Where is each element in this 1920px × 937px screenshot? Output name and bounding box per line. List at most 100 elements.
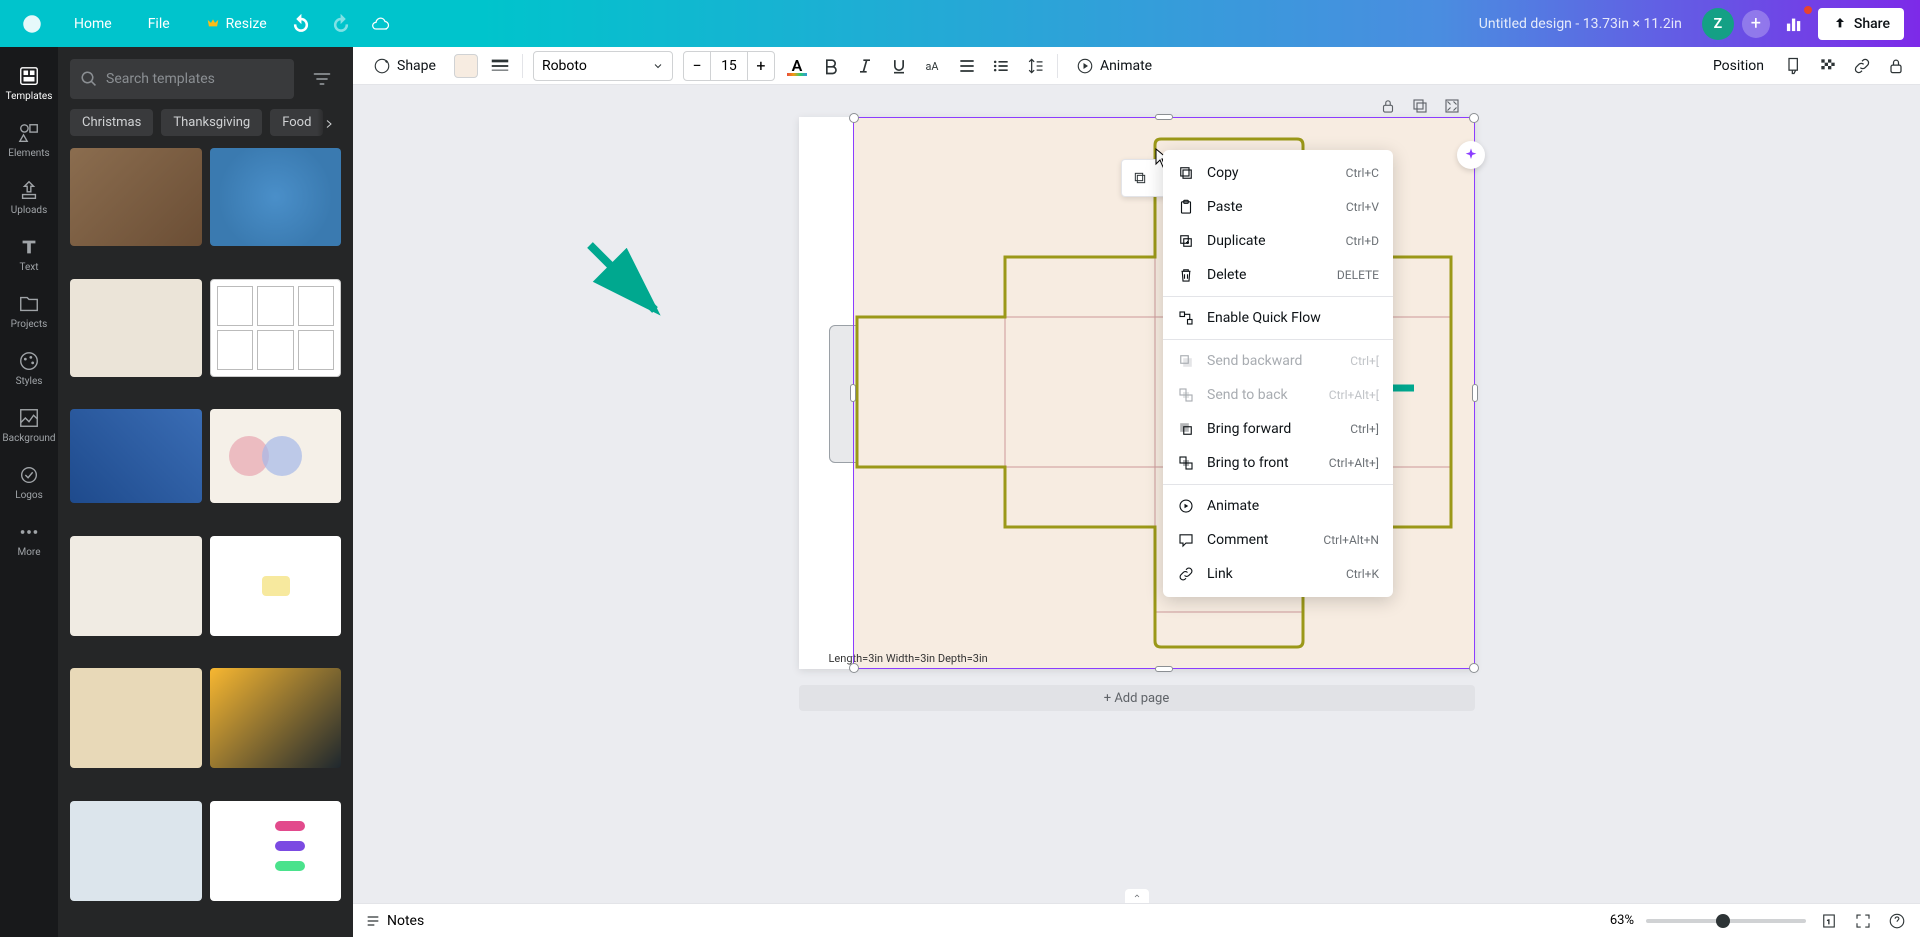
page-lock-icon[interactable] xyxy=(1379,97,1399,117)
redo-button[interactable] xyxy=(325,8,357,40)
spacing-button[interactable] xyxy=(1023,54,1047,78)
copy-icon xyxy=(1177,164,1195,182)
user-avatar[interactable]: Z xyxy=(1702,8,1734,40)
resize-menu[interactable]: Resize xyxy=(196,10,277,38)
cm-send-to-back-shortcut: Ctrl+Alt+[ xyxy=(1329,388,1379,402)
insights-button[interactable] xyxy=(1778,8,1810,40)
italic-button[interactable] xyxy=(853,54,877,78)
cm-bring-to-front[interactable]: Bring to front Ctrl+Alt+] xyxy=(1163,446,1393,480)
cm-bring-forward[interactable]: Bring forward Ctrl+] xyxy=(1163,412,1393,446)
template-thumb[interactable] xyxy=(210,536,342,636)
text-case-button[interactable]: aA xyxy=(921,54,945,78)
rail-styles[interactable]: Styles xyxy=(0,340,58,397)
animate-button[interactable]: Animate xyxy=(1068,51,1160,81)
template-thumb[interactable] xyxy=(70,279,202,377)
template-thumb[interactable] xyxy=(210,668,342,768)
document-title[interactable]: Untitled design - 13.73in × 11.2in xyxy=(1479,16,1682,32)
canvas-area[interactable]: Length=3in Width=3in Depth=3in + Add pag… xyxy=(353,85,1920,903)
font-size-value[interactable]: 15 xyxy=(710,52,748,80)
resize-handle[interactable] xyxy=(1469,663,1479,673)
lock-button[interactable] xyxy=(1884,54,1908,78)
home-menu[interactable]: Home xyxy=(64,10,122,38)
fill-color-swatch[interactable] xyxy=(454,54,478,78)
zoom-slider[interactable] xyxy=(1646,919,1806,923)
rail-elements[interactable]: Elements xyxy=(0,112,58,169)
template-thumb[interactable] xyxy=(70,536,202,636)
bold-button[interactable] xyxy=(819,54,843,78)
resize-handle[interactable] xyxy=(1155,114,1173,120)
position-button[interactable]: Position xyxy=(1705,51,1772,81)
resize-handle[interactable] xyxy=(1469,113,1479,123)
cm-delete-shortcut: DELETE xyxy=(1337,268,1379,282)
cm-link[interactable]: Link Ctrl+K xyxy=(1163,557,1393,591)
template-thumb[interactable] xyxy=(210,279,342,377)
underline-button[interactable] xyxy=(887,54,911,78)
link-button[interactable] xyxy=(1850,54,1874,78)
share-button[interactable]: Share xyxy=(1818,8,1904,40)
chip-food[interactable]: Food xyxy=(270,109,323,136)
link-icon xyxy=(1177,565,1195,583)
font-size-increase[interactable]: + xyxy=(748,52,774,80)
page-duplicate-icon[interactable] xyxy=(1411,97,1431,117)
resize-handle[interactable] xyxy=(850,384,856,402)
resize-handle[interactable] xyxy=(1155,666,1173,672)
font-family-select[interactable]: Roboto xyxy=(533,51,673,81)
search-input[interactable] xyxy=(106,71,284,87)
add-page-button[interactable]: + Add page xyxy=(799,685,1475,711)
border-style-button[interactable] xyxy=(488,54,512,78)
font-size-decrease[interactable]: − xyxy=(684,52,710,80)
help-button[interactable] xyxy=(1886,910,1908,932)
copy-style-button[interactable] xyxy=(1782,54,1806,78)
file-menu[interactable]: File xyxy=(138,10,180,38)
zoom-slider-thumb[interactable] xyxy=(1716,914,1730,928)
rail-background[interactable]: Background xyxy=(0,397,58,454)
list-button[interactable] xyxy=(989,54,1013,78)
template-thumb[interactable] xyxy=(210,409,342,503)
cm-duplicate[interactable]: Duplicate Ctrl+D xyxy=(1163,224,1393,258)
page-expand-icon[interactable] xyxy=(1443,97,1463,117)
canva-logo[interactable] xyxy=(16,8,48,40)
zoom-percentage[interactable]: 63% xyxy=(1610,913,1634,928)
template-thumb[interactable] xyxy=(70,801,202,901)
animate-label: Animate xyxy=(1100,58,1152,74)
undo-button[interactable] xyxy=(285,8,317,40)
align-button[interactable] xyxy=(955,54,979,78)
page-thumbnail-toggle[interactable] xyxy=(1125,889,1149,903)
rail-projects[interactable]: Projects xyxy=(0,283,58,340)
template-thumb[interactable] xyxy=(210,148,342,246)
cm-copy[interactable]: Copy Ctrl+C xyxy=(1163,156,1393,190)
cm-delete[interactable]: Delete DELETE xyxy=(1163,258,1393,292)
rail-elements-label: Elements xyxy=(8,148,49,159)
rail-uploads[interactable]: Uploads xyxy=(0,169,58,226)
rail-more[interactable]: More xyxy=(0,511,58,568)
template-thumb[interactable] xyxy=(70,148,202,246)
fullscreen-button[interactable] xyxy=(1852,910,1874,932)
magic-button[interactable] xyxy=(1457,141,1485,169)
chips-scroll-right[interactable] xyxy=(317,109,341,136)
duplicate-element-button[interactable] xyxy=(1126,164,1154,192)
search-templates-box[interactable] xyxy=(70,59,294,99)
add-collaborator-button[interactable]: + xyxy=(1742,10,1770,38)
shape-button[interactable]: Shape xyxy=(365,51,444,81)
filter-button[interactable] xyxy=(302,59,341,99)
transparency-button[interactable] xyxy=(1816,54,1840,78)
text-color-button[interactable]: A xyxy=(785,54,809,78)
rail-logos[interactable]: Logos xyxy=(0,454,58,511)
template-thumb[interactable] xyxy=(70,409,202,503)
cm-quick-flow[interactable]: Enable Quick Flow xyxy=(1163,301,1393,335)
cm-paste[interactable]: Paste Ctrl+V xyxy=(1163,190,1393,224)
template-thumb[interactable] xyxy=(210,801,342,901)
notes-button[interactable]: Notes xyxy=(365,913,424,929)
rail-templates[interactable]: Templates xyxy=(0,55,58,112)
page-counter-button[interactable]: 1 xyxy=(1818,910,1840,932)
rail-text[interactable]: Text xyxy=(0,226,58,283)
resize-handle[interactable] xyxy=(849,113,859,123)
cm-comment[interactable]: Comment Ctrl+Alt+N xyxy=(1163,523,1393,557)
chip-thanksgiving[interactable]: Thanksgiving xyxy=(161,109,262,136)
template-thumb[interactable] xyxy=(70,668,202,768)
cloud-sync-icon[interactable] xyxy=(365,8,397,40)
resize-handle[interactable] xyxy=(849,663,859,673)
cm-animate[interactable]: Animate xyxy=(1163,489,1393,523)
chip-christmas[interactable]: Christmas xyxy=(70,109,153,136)
resize-handle[interactable] xyxy=(1472,384,1478,402)
